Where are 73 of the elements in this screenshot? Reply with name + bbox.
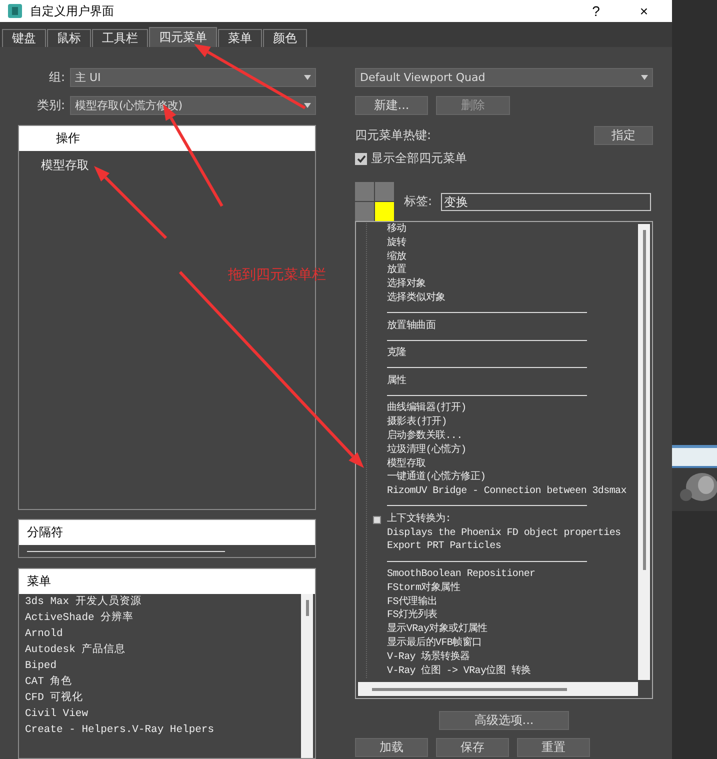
column-header: 操作 xyxy=(19,126,315,151)
menu-item[interactable]: Biped xyxy=(19,658,315,674)
tree-item[interactable]: 启动参数关联... xyxy=(387,430,652,444)
tree-item[interactable]: Export PRT Particles xyxy=(387,540,652,554)
tree-item[interactable]: 选择对象 xyxy=(387,278,652,292)
menu-item[interactable]: 3ds Max 开发人员资源 xyxy=(19,594,315,610)
tree-item[interactable]: 放置轴曲面 xyxy=(387,320,652,334)
menu-item[interactable]: CFD 可视化 xyxy=(19,690,315,706)
menu-item[interactable]: Arnold xyxy=(19,626,315,642)
menu-item[interactable]: CAT 角色 xyxy=(19,674,315,690)
window-title: 自定义用户界面 xyxy=(30,2,115,20)
tree-item[interactable]: RizomUV Bridge - Connection between 3dsmax xyxy=(387,485,652,499)
tree-item[interactable]: 放置 xyxy=(387,264,652,278)
tag-field[interactable]: 变换 xyxy=(441,192,652,210)
tab[interactable]: 鼠标 xyxy=(47,29,91,47)
expand-icon[interactable] xyxy=(373,516,381,524)
tree-item[interactable]: FS灯光列表 xyxy=(387,609,652,624)
group-label: 组: xyxy=(48,69,66,86)
tree-item[interactable]: FStorm对象属性 xyxy=(387,582,652,596)
tree-item[interactable]: 显示VRay对象或灯属性 xyxy=(387,623,652,637)
tree-item[interactable]: 属性 xyxy=(387,374,652,389)
tree-item[interactable]: 上下文转换为: xyxy=(387,512,652,527)
footer-button[interactable]: 保存 xyxy=(436,738,509,757)
caret-icon xyxy=(304,75,311,80)
tree-item[interactable]: 曲线编辑器(打开) xyxy=(387,402,652,416)
tree-item[interactable]: V-Ray 场景转换器 xyxy=(387,650,652,664)
tab[interactable]: 工具栏 xyxy=(92,29,148,47)
tree-item[interactable]: 缩放 xyxy=(387,250,652,264)
tab[interactable]: 菜单 xyxy=(218,29,262,47)
group-dropdown[interactable]: 主 UI xyxy=(70,68,316,87)
tree-item[interactable]: 显示最后的VFB帧窗口 xyxy=(387,636,652,651)
tree-item[interactable]: 一键通道(心慌方修正) xyxy=(387,471,652,486)
tree-item[interactable]: Displays the Phoenix FD object properties xyxy=(387,526,652,540)
tab[interactable]: 键盘 xyxy=(2,29,46,47)
new-button[interactable]: 新建... xyxy=(355,96,428,115)
menu-item[interactable]: Civil View xyxy=(19,706,315,722)
assign-button[interactable]: 指定 xyxy=(594,126,653,145)
tab[interactable]: 四元菜单 xyxy=(149,27,217,47)
action-item[interactable]: 模型存取 xyxy=(19,157,315,174)
app-icon xyxy=(8,4,22,18)
vertical-scrollbar[interactable] xyxy=(301,594,313,758)
column-header: 分隔符 xyxy=(19,520,315,546)
category-label: 类别: xyxy=(36,97,66,114)
tree-item[interactable]: 选择类似对象 xyxy=(387,292,652,306)
column-header: 菜单 xyxy=(19,569,315,594)
tree-item[interactable]: 克隆 xyxy=(387,347,652,361)
tree-item[interactable]: 旋转 xyxy=(387,236,652,251)
tree-item[interactable]: 摄影表(打开) xyxy=(387,416,652,430)
footer-button[interactable]: 加载 xyxy=(355,738,428,757)
tree-item[interactable]: 移动 xyxy=(387,223,652,237)
menu-item[interactable]: Autodesk 产品信息 xyxy=(19,642,315,658)
advanced-button[interactable]: 高级选项... xyxy=(439,711,569,730)
tree-item[interactable]: FS代理输出 xyxy=(387,596,652,610)
help-button[interactable]: ? xyxy=(576,3,616,19)
tag-label: 标签: xyxy=(404,193,432,210)
checkbox-label: 显示全部四元菜单 xyxy=(371,150,467,167)
close-button[interactable]: × xyxy=(624,3,664,19)
caret-icon xyxy=(641,75,648,80)
tree-item[interactable]: V-Ray 位图 -> VRay位图 转换 xyxy=(387,664,652,678)
vertical-scrollbar[interactable] xyxy=(638,224,650,680)
menu-item[interactable]: ActiveShade 分辨率 xyxy=(19,610,315,626)
caret-icon xyxy=(304,103,311,108)
tree-item[interactable]: 垃圾清理(心慌方) xyxy=(387,444,652,458)
horizontal-scrollbar[interactable] xyxy=(358,682,638,696)
hotkey-label: 四元菜单热键: xyxy=(355,127,432,144)
annotation-text: 拖到四元菜单栏 xyxy=(228,266,326,284)
quad-menu-dropdown[interactable]: Default Viewport Quad xyxy=(355,68,653,87)
menu-item[interactable]: Create - Helpers.V-Ray Helpers xyxy=(19,722,315,738)
checkbox[interactable] xyxy=(355,152,367,164)
footer-button[interactable]: 重置 xyxy=(517,738,590,757)
tree-item[interactable]: SmoothBoolean Repositioner xyxy=(387,568,652,582)
tab[interactable]: 颜色 xyxy=(263,29,307,47)
tree-item[interactable]: 模型存取 xyxy=(387,458,652,472)
